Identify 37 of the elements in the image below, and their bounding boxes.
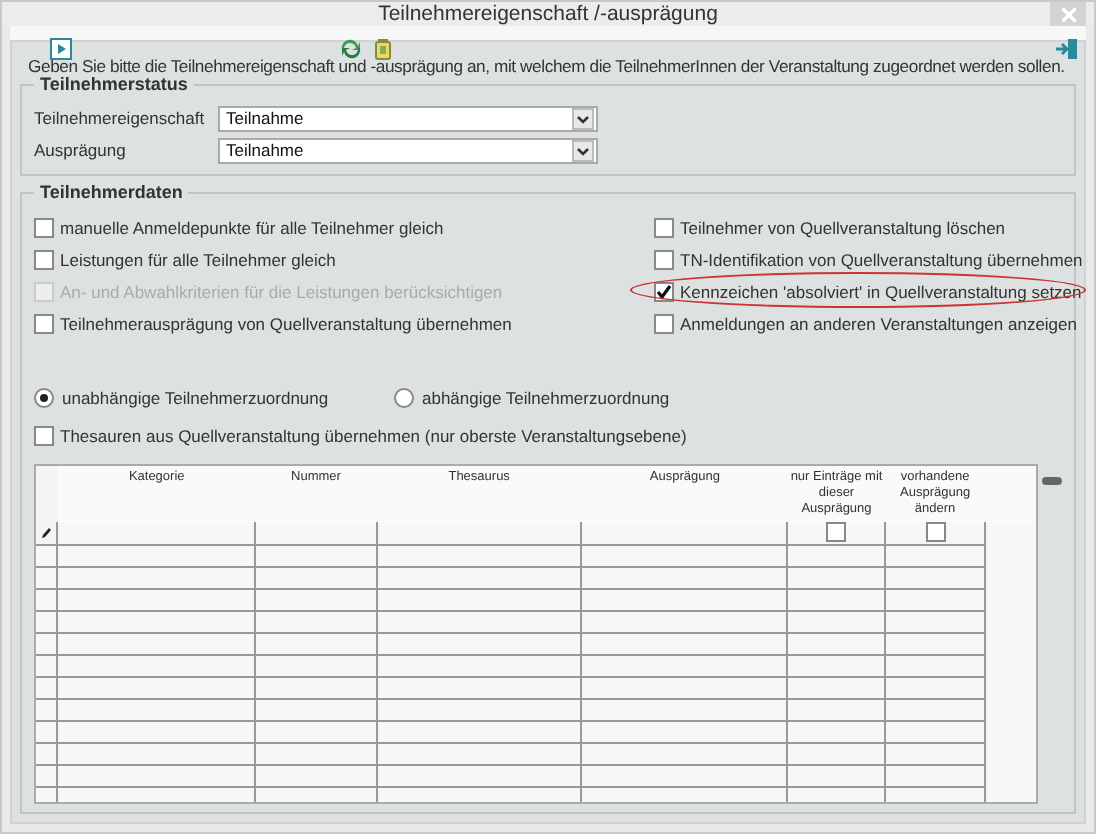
radio-label: unabhängige Teilnehmerzuordnung (62, 387, 329, 407)
checkbox-label: manuelle Anmeldepunkte für alle Teilnehmer gleich (60, 217, 444, 237)
play-icon[interactable] (50, 36, 72, 58)
dropdown[interactable]: Teilnahme (218, 105, 598, 131)
group-title: Teilnehmerdaten (34, 182, 189, 202)
radio-label: abhängige Teilnehmerzuordnung (422, 387, 670, 407)
checkbox[interactable] (654, 249, 674, 269)
checkbox[interactable] (654, 217, 674, 237)
checkbox[interactable] (34, 313, 54, 333)
checkbox-label: Teilnehmerausprägung von Quellveranstaltung übernehmen (60, 313, 512, 333)
checkbox-label: Anmeldungen an anderen Veranstaltungen anzeigen (680, 313, 1077, 333)
checkbox-label: Leistungen für alle Teilnehmer gleich (60, 249, 336, 269)
checkbox[interactable] (34, 425, 54, 445)
battery-icon[interactable] (372, 36, 394, 58)
checkbox-label: Thesauren aus Quellveranstaltung übernehmen (nur oberste Veranstaltungsebene) (60, 425, 687, 445)
checkbox[interactable] (654, 281, 674, 301)
field-label: Ausprägung (34, 140, 128, 160)
exit-icon[interactable] (1056, 36, 1078, 58)
instruction-text: Geben Sie bitte die Teilnehmereigenschaft und -ausprägung an, mit welchem die TeilnehmerInnen der Veranstaltung zugeordnet werden sollen. (28, 54, 1065, 77)
sync-icon[interactable] (340, 36, 362, 58)
checkbox[interactable] (654, 313, 674, 333)
checkbox[interactable] (34, 249, 54, 269)
window-title: Teilnehmereigenschaft /-ausprägung (378, 2, 718, 26)
checkbox-label: TN-Identifikation von Quellveranstaltung übernehmen (680, 249, 1083, 269)
checkbox[interactable] (34, 217, 54, 237)
checkbox-label: Kennzeichen 'absolviert' in Quellveranstaltung setzen (680, 281, 1082, 301)
checkbox-label: Teilnehmer von Quellveranstaltung löschen (680, 217, 1006, 237)
checkbox[interactable] (925, 522, 946, 543)
checkbox-label: An- und Abwahlkriterien für die Leistungen berücksichtigen (60, 281, 503, 301)
dropdown[interactable]: Teilnahme (218, 137, 598, 163)
field-label: Teilnehmereigenschaft (34, 108, 207, 128)
checkbox[interactable] (826, 522, 847, 543)
remove-icon[interactable] (1042, 476, 1062, 486)
radio-button[interactable] (394, 387, 414, 407)
radio-button[interactable] (34, 387, 54, 407)
group-title: Teilnehmerstatus (34, 74, 194, 94)
pencil-icon (40, 526, 52, 540)
